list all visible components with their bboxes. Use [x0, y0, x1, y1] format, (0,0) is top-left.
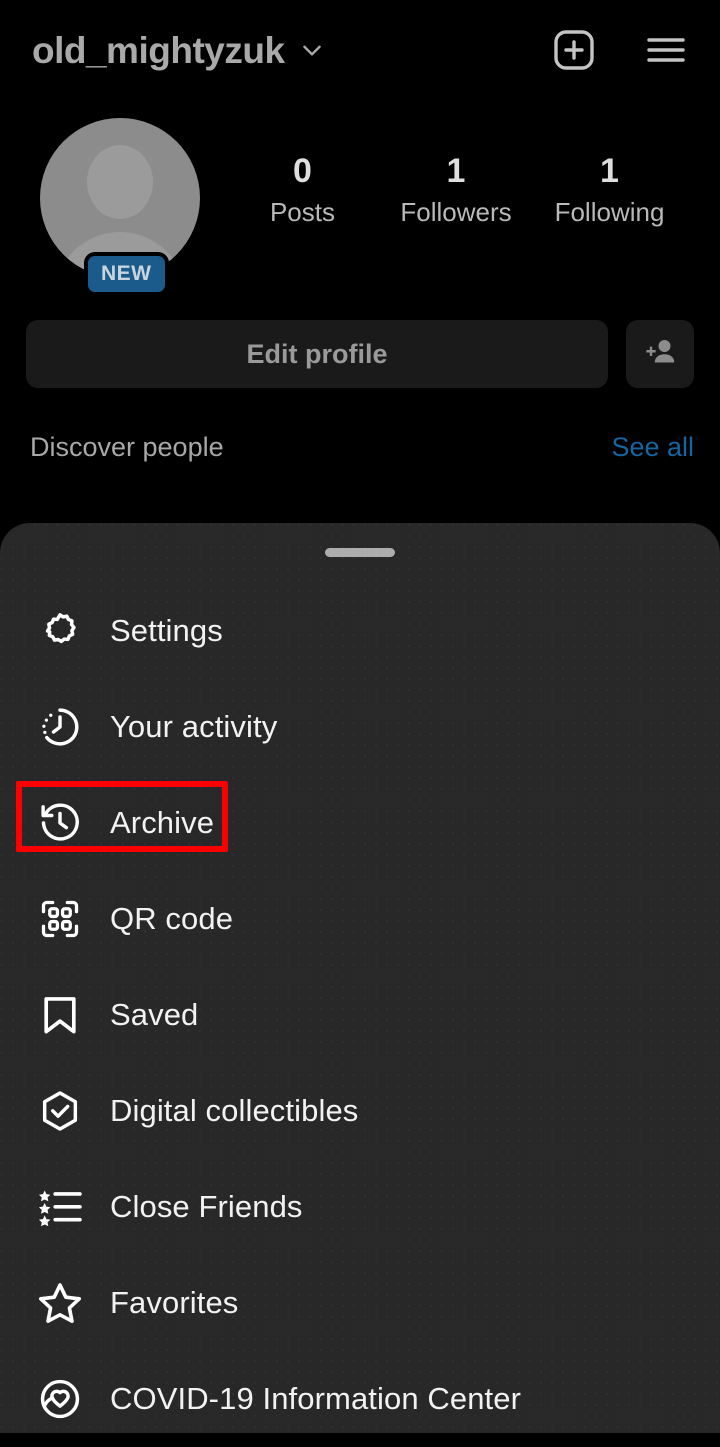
add-person-icon: [642, 334, 678, 375]
stat-label: Posts: [269, 197, 335, 228]
star-list-icon: [32, 1179, 88, 1235]
chevron-down-icon[interactable]: [299, 37, 325, 63]
menu-item-label: Settings: [110, 613, 223, 648]
avatar-head-shape: [87, 145, 153, 219]
menu-item-qr-code[interactable]: QR code: [0, 871, 720, 967]
top-bar: old_mightyzuk: [0, 0, 720, 100]
menu-item-favorites[interactable]: Favorites: [0, 1255, 720, 1351]
profile-stats: 0 Posts 1 Followers 1 Following: [200, 118, 694, 228]
menu-item-your-activity[interactable]: Your activity: [0, 679, 720, 775]
drag-handle[interactable]: [325, 548, 395, 557]
stat-label: Followers: [400, 197, 512, 228]
username-title[interactable]: old_mightyzuk: [32, 32, 285, 69]
bookmark-icon: [32, 987, 88, 1043]
stat-posts[interactable]: 0 Posts: [247, 152, 357, 228]
menu-item-archive[interactable]: Archive: [0, 775, 720, 871]
star-icon: [32, 1275, 88, 1331]
menu-item-label: Digital collectibles: [110, 1093, 359, 1128]
menu-item-label: Close Friends: [110, 1189, 303, 1224]
status-badge[interactable]: NEW: [84, 252, 169, 296]
see-all-link[interactable]: See all: [611, 432, 694, 463]
menu-item-saved[interactable]: Saved: [0, 967, 720, 1063]
plus-square-icon[interactable]: [550, 26, 598, 74]
clock-activity-icon: [32, 699, 88, 755]
add-person-button[interactable]: [626, 320, 694, 388]
menu-item-label: QR code: [110, 901, 234, 936]
heart-circle-icon: [32, 1371, 88, 1427]
menu-item-label: COVID-19 Information Center: [110, 1381, 522, 1416]
stat-following[interactable]: 1 Following: [555, 152, 665, 228]
menu-item-label: Archive: [110, 805, 215, 840]
menu-item-label: Favorites: [110, 1285, 239, 1320]
stat-value: 0: [292, 152, 312, 190]
menu-item-digital-collectibles[interactable]: Digital collectibles: [0, 1063, 720, 1159]
menu-list: Settings Your activity Archive QR code S…: [0, 557, 720, 1447]
stat-value: 1: [446, 152, 466, 190]
menu-item-label: Your activity: [110, 709, 278, 744]
discover-people-row: Discover people See all: [0, 388, 720, 463]
discover-people-label: Discover people: [30, 432, 224, 462]
stat-label: Following: [554, 197, 665, 228]
stat-followers[interactable]: 1 Followers: [400, 152, 511, 228]
edit-profile-button[interactable]: Edit profile: [26, 320, 608, 388]
menu-item-label: Saved: [110, 997, 199, 1032]
qr-code-icon: [32, 891, 88, 947]
menu-item-close-friends[interactable]: Close Friends: [0, 1159, 720, 1255]
archive-clock-back-icon: [32, 795, 88, 851]
gear-icon: [32, 603, 88, 659]
stat-value: 1: [600, 152, 619, 190]
profile-header: NEW 0 Posts 1 Followers 1 Following: [0, 100, 720, 296]
bottom-sheet-menu: Settings Your activity Archive QR code S…: [0, 523, 720, 1433]
hexagon-check-icon: [32, 1083, 88, 1139]
menu-item-settings[interactable]: Settings: [0, 583, 720, 679]
hamburger-menu-icon[interactable]: [642, 26, 690, 74]
avatar[interactable]: NEW: [40, 118, 200, 296]
